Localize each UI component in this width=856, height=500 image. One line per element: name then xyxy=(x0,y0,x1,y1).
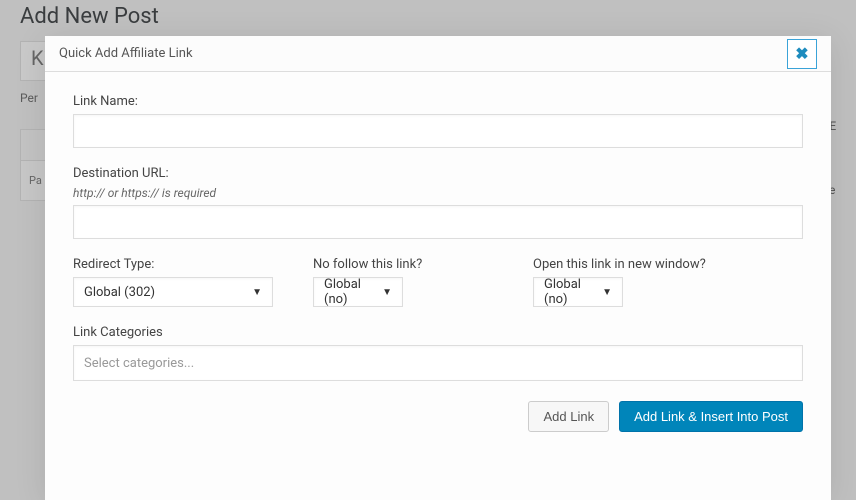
redirect-type-select[interactable]: Global (302) ▼ xyxy=(73,277,273,307)
destination-hint: http:// or https:// is required xyxy=(73,186,803,200)
newwindow-select[interactable]: Global (no) ▼ xyxy=(533,277,623,307)
link-name-input[interactable] xyxy=(73,114,803,148)
newwindow-value: Global (no) xyxy=(544,277,602,307)
nofollow-label: No follow this link? xyxy=(313,257,493,272)
modal-title: Quick Add Affiliate Link xyxy=(59,36,193,72)
add-link-insert-button[interactable]: Add Link & Insert Into Post xyxy=(619,401,803,432)
categories-placeholder: Select categories... xyxy=(84,356,194,371)
chevron-down-icon: ▼ xyxy=(382,287,392,298)
redirect-type-value: Global (302) xyxy=(84,285,155,300)
quick-add-modal: Quick Add Affiliate Link ✖ Link Name: De… xyxy=(45,36,831,500)
modal-body: Link Name: Destination URL: http:// or h… xyxy=(45,72,831,454)
chevron-down-icon: ▼ xyxy=(602,287,612,298)
redirect-type-label: Redirect Type: xyxy=(73,257,273,272)
destination-url-input[interactable] xyxy=(73,205,803,239)
nofollow-value: Global (no) xyxy=(324,277,382,307)
newwindow-label: Open this link in new window? xyxy=(533,257,803,272)
modal-header: Quick Add Affiliate Link ✖ xyxy=(45,36,831,72)
close-button[interactable]: ✖ xyxy=(787,39,817,69)
categories-label: Link Categories xyxy=(73,325,803,340)
link-name-label: Link Name: xyxy=(73,94,803,109)
add-link-button[interactable]: Add Link xyxy=(528,401,609,432)
nofollow-select[interactable]: Global (no) ▼ xyxy=(313,277,403,307)
close-icon: ✖ xyxy=(795,36,808,72)
categories-select[interactable]: Select categories... xyxy=(73,345,803,381)
destination-url-label: Destination URL: xyxy=(73,166,803,181)
chevron-down-icon: ▼ xyxy=(252,287,262,298)
